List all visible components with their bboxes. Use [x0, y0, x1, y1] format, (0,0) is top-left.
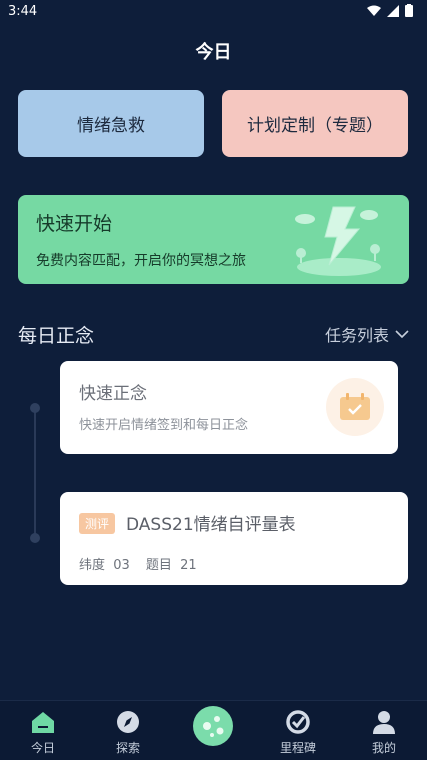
timeline-line: [34, 408, 36, 538]
status-icons: [367, 4, 413, 17]
timeline-dot: [30, 403, 40, 413]
status-time: 3:44: [8, 4, 38, 19]
page-title: 今日: [195, 42, 232, 63]
tab-today[interactable]: 今日: [13, 708, 73, 756]
assessment-badge: 测评: [79, 513, 116, 534]
chevron-down-icon: [395, 330, 409, 339]
wifi-icon: [367, 5, 381, 16]
emotion-rescue-button[interactable]: 情绪急救: [18, 90, 204, 157]
tab-label: 我的: [371, 741, 396, 755]
tab-label: 今日: [30, 741, 55, 755]
calendar-check-icon: [326, 378, 384, 436]
compass-icon: [117, 711, 139, 733]
card-title: 快速正念: [79, 384, 147, 404]
card-meta: 纬度 03 题目 21: [79, 554, 197, 573]
tab-label: 探索: [115, 741, 140, 755]
tab-label: 里程碑: [279, 741, 316, 755]
quick-mindfulness-card[interactable]: 快速正念 快速开启情绪签到和每日正念: [60, 361, 398, 454]
quick-start-title: 快速开始: [36, 213, 113, 235]
plan-custom-button[interactable]: 计划定制（专题）: [222, 90, 408, 157]
card-subtitle: 快速开启情绪签到和每日正念: [79, 418, 249, 433]
lightning-illustration-icon: [295, 206, 381, 276]
daily-mindfulness-title: 每日正念: [18, 325, 95, 347]
dass21-assessment-card[interactable]: 测评 DASS21情绪自评量表 纬度 03 题目 21: [60, 492, 408, 585]
planet-icon: [203, 716, 224, 737]
card-title: DASS21情绪自评量表: [126, 515, 296, 535]
timeline-dot: [30, 533, 40, 543]
user-icon: [373, 711, 395, 734]
tab-milestone[interactable]: 里程碑: [268, 708, 328, 756]
tab-explore[interactable]: 探索: [98, 708, 158, 756]
task-list-toggle[interactable]: 任务列表: [325, 322, 409, 346]
tab-mine[interactable]: 我的: [354, 708, 414, 756]
dimension-info: 纬度 03: [79, 558, 130, 573]
home-icon: [32, 712, 54, 733]
question-info: 题目 21: [145, 558, 197, 573]
status-bar: 3:44: [0, 0, 427, 24]
milestone-icon: [286, 710, 310, 734]
quick-start-subtitle: 免费内容匹配，开启你的冥想之旅: [36, 253, 246, 269]
quick-start-card[interactable]: 快速开始 免费内容匹配，开启你的冥想之旅: [18, 195, 409, 284]
planet-button[interactable]: [193, 706, 233, 746]
task-list-label: 任务列表: [324, 326, 389, 345]
battery-icon: [405, 4, 413, 17]
signal-icon: [387, 4, 399, 17]
